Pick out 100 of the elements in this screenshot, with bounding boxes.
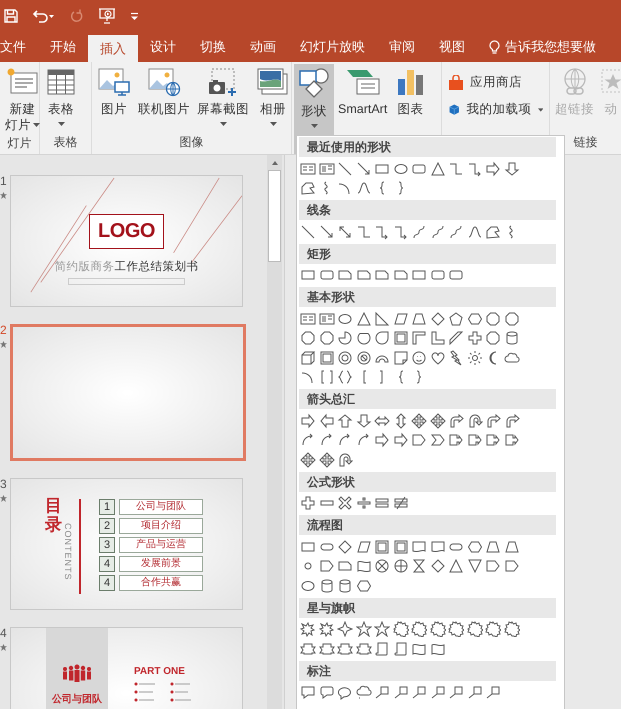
ribbon-button[interactable]: 联机图片	[135, 64, 193, 132]
octagon-icon[interactable]	[485, 310, 502, 327]
diamond-icon[interactable]	[430, 310, 446, 327]
donut-icon[interactable]	[337, 350, 354, 366]
ribbon-tab[interactable]: 幻灯片放映	[288, 32, 377, 62]
pentagon-arrow-icon[interactable]	[318, 558, 335, 574]
pentagon-arrow-icon[interactable]	[411, 432, 428, 448]
hexagon-icon[interactable]	[466, 310, 483, 327]
freeform-icon[interactable]	[485, 224, 502, 240]
line-callout-icon[interactable]	[466, 684, 483, 700]
seal-icon[interactable]	[485, 621, 502, 638]
frame-icon[interactable]	[392, 330, 409, 346]
wave-line-icon[interactable]	[356, 180, 372, 196]
vertical-text-box-icon[interactable]	[318, 310, 335, 327]
no-symbol-icon[interactable]	[356, 350, 372, 366]
arrow-callout-icon[interactable]	[448, 432, 464, 448]
ribbon-button[interactable]: 屏幕截图	[194, 64, 252, 132]
cylinder-icon[interactable]	[504, 330, 520, 346]
seal-icon[interactable]	[392, 621, 409, 638]
double-brace-icon[interactable]	[337, 369, 354, 386]
explosion-icon[interactable]	[300, 621, 316, 638]
double-arrow-line-icon[interactable]	[337, 224, 354, 240]
elbow-connector-icon[interactable]	[356, 224, 372, 240]
frame-icon[interactable]	[392, 538, 409, 555]
trapezoid-icon[interactable]	[411, 310, 428, 327]
sun-icon[interactable]	[466, 350, 483, 366]
octagon-icon[interactable]	[485, 330, 502, 346]
tell-me-field[interactable]: 告诉我您想要做	[477, 32, 596, 62]
not-equal-icon[interactable]	[392, 495, 409, 512]
triangle-icon[interactable]	[356, 310, 372, 327]
seal-icon[interactable]	[411, 621, 428, 638]
hourglass-icon[interactable]	[411, 558, 428, 574]
heart-icon[interactable]	[430, 350, 446, 366]
cube-icon[interactable]	[300, 350, 316, 366]
document-icon[interactable]	[430, 538, 446, 555]
ribbon-tab[interactable]: 切换	[188, 32, 238, 62]
document-icon[interactable]	[411, 538, 428, 555]
triangle-icon[interactable]	[448, 558, 464, 574]
seal-icon[interactable]	[430, 621, 446, 638]
ribbon-button[interactable]: 图片	[94, 64, 134, 132]
circle-cross-icon[interactable]	[374, 558, 390, 574]
u-turn-arrow-icon[interactable]	[337, 452, 354, 468]
ribbon-button[interactable]: 相册	[253, 64, 293, 132]
pentagon-arrow-icon[interactable]	[485, 558, 502, 574]
speech-callout-icon[interactable]	[300, 684, 316, 700]
arrow-callout-icon[interactable]	[466, 432, 483, 448]
u-turn-arrow-icon[interactable]	[466, 412, 483, 429]
ribbon-tab[interactable]: 审阅	[377, 32, 427, 62]
parallelogram-icon[interactable]	[392, 310, 409, 327]
ribbon-tab[interactable]: 文件	[0, 32, 38, 62]
ribbon-banner-icon[interactable]	[300, 640, 316, 657]
line-callout-icon[interactable]	[430, 684, 446, 700]
ribbon-button[interactable]: 我的加载项	[444, 99, 547, 120]
down-arrow-icon[interactable]	[504, 160, 520, 177]
parallelogram-icon[interactable]	[356, 538, 372, 555]
up-arrow-icon[interactable]	[337, 412, 354, 429]
s-curve-connector-icon[interactable]	[430, 224, 446, 240]
ribbon-tab[interactable]: 开始	[38, 32, 88, 62]
ribbon-button[interactable]: 新建 灯片	[2, 64, 43, 133]
right-triangle-icon[interactable]	[374, 310, 390, 327]
wave-line-icon[interactable]	[466, 224, 483, 240]
plus-icon[interactable]	[300, 495, 316, 512]
line-callout-icon[interactable]	[374, 684, 390, 700]
hexagon-icon[interactable]	[466, 538, 483, 555]
line-icon[interactable]	[337, 160, 354, 177]
multiply-icon[interactable]	[337, 495, 354, 512]
line-callout-icon[interactable]	[411, 684, 428, 700]
s-curve-connector-icon[interactable]	[448, 224, 464, 240]
right-arrow-icon[interactable]	[485, 160, 502, 177]
bent-arrow-icon[interactable]	[485, 412, 502, 429]
arrow-line-icon[interactable]	[356, 160, 372, 177]
scroll-icon[interactable]	[392, 640, 409, 657]
diamond-icon[interactable]	[430, 558, 446, 574]
freeform-icon[interactable]	[300, 180, 316, 196]
quad-arrow-icon[interactable]	[430, 412, 446, 429]
elbow-arrow-connector-icon[interactable]	[392, 224, 409, 240]
four-point-star-icon[interactable]	[337, 621, 354, 638]
cloud-callout-icon[interactable]	[356, 684, 372, 700]
trapezoid-icon[interactable]	[504, 538, 520, 555]
arrow-callout-icon[interactable]	[485, 432, 502, 448]
arrow-line-icon[interactable]	[318, 224, 335, 240]
ribbon-tab[interactable]: 插入	[88, 35, 138, 62]
inverted-triangle-icon[interactable]	[466, 558, 483, 574]
cylinder-icon[interactable]	[337, 578, 354, 594]
octagon-icon[interactable]	[318, 330, 335, 346]
cross-icon[interactable]	[466, 330, 483, 346]
left-arrow-icon[interactable]	[318, 412, 335, 429]
ribbon-tab[interactable]: 设计	[138, 32, 188, 62]
lightning-icon[interactable]	[448, 350, 464, 366]
smiley-icon[interactable]	[411, 350, 428, 366]
s-curve-connector-icon[interactable]	[411, 224, 428, 240]
right-arrow-icon[interactable]	[300, 412, 316, 429]
ribbon-banner-icon[interactable]	[337, 640, 354, 657]
frame-icon[interactable]	[318, 350, 335, 366]
quad-arrow-icon[interactable]	[300, 452, 316, 468]
folded-corner-icon[interactable]	[392, 350, 409, 366]
diagonal-stripe-icon[interactable]	[448, 330, 464, 346]
l-shape-icon[interactable]	[430, 330, 446, 346]
ribbon-tab[interactable]: 视图	[427, 32, 477, 62]
line-callout-icon[interactable]	[485, 684, 502, 700]
